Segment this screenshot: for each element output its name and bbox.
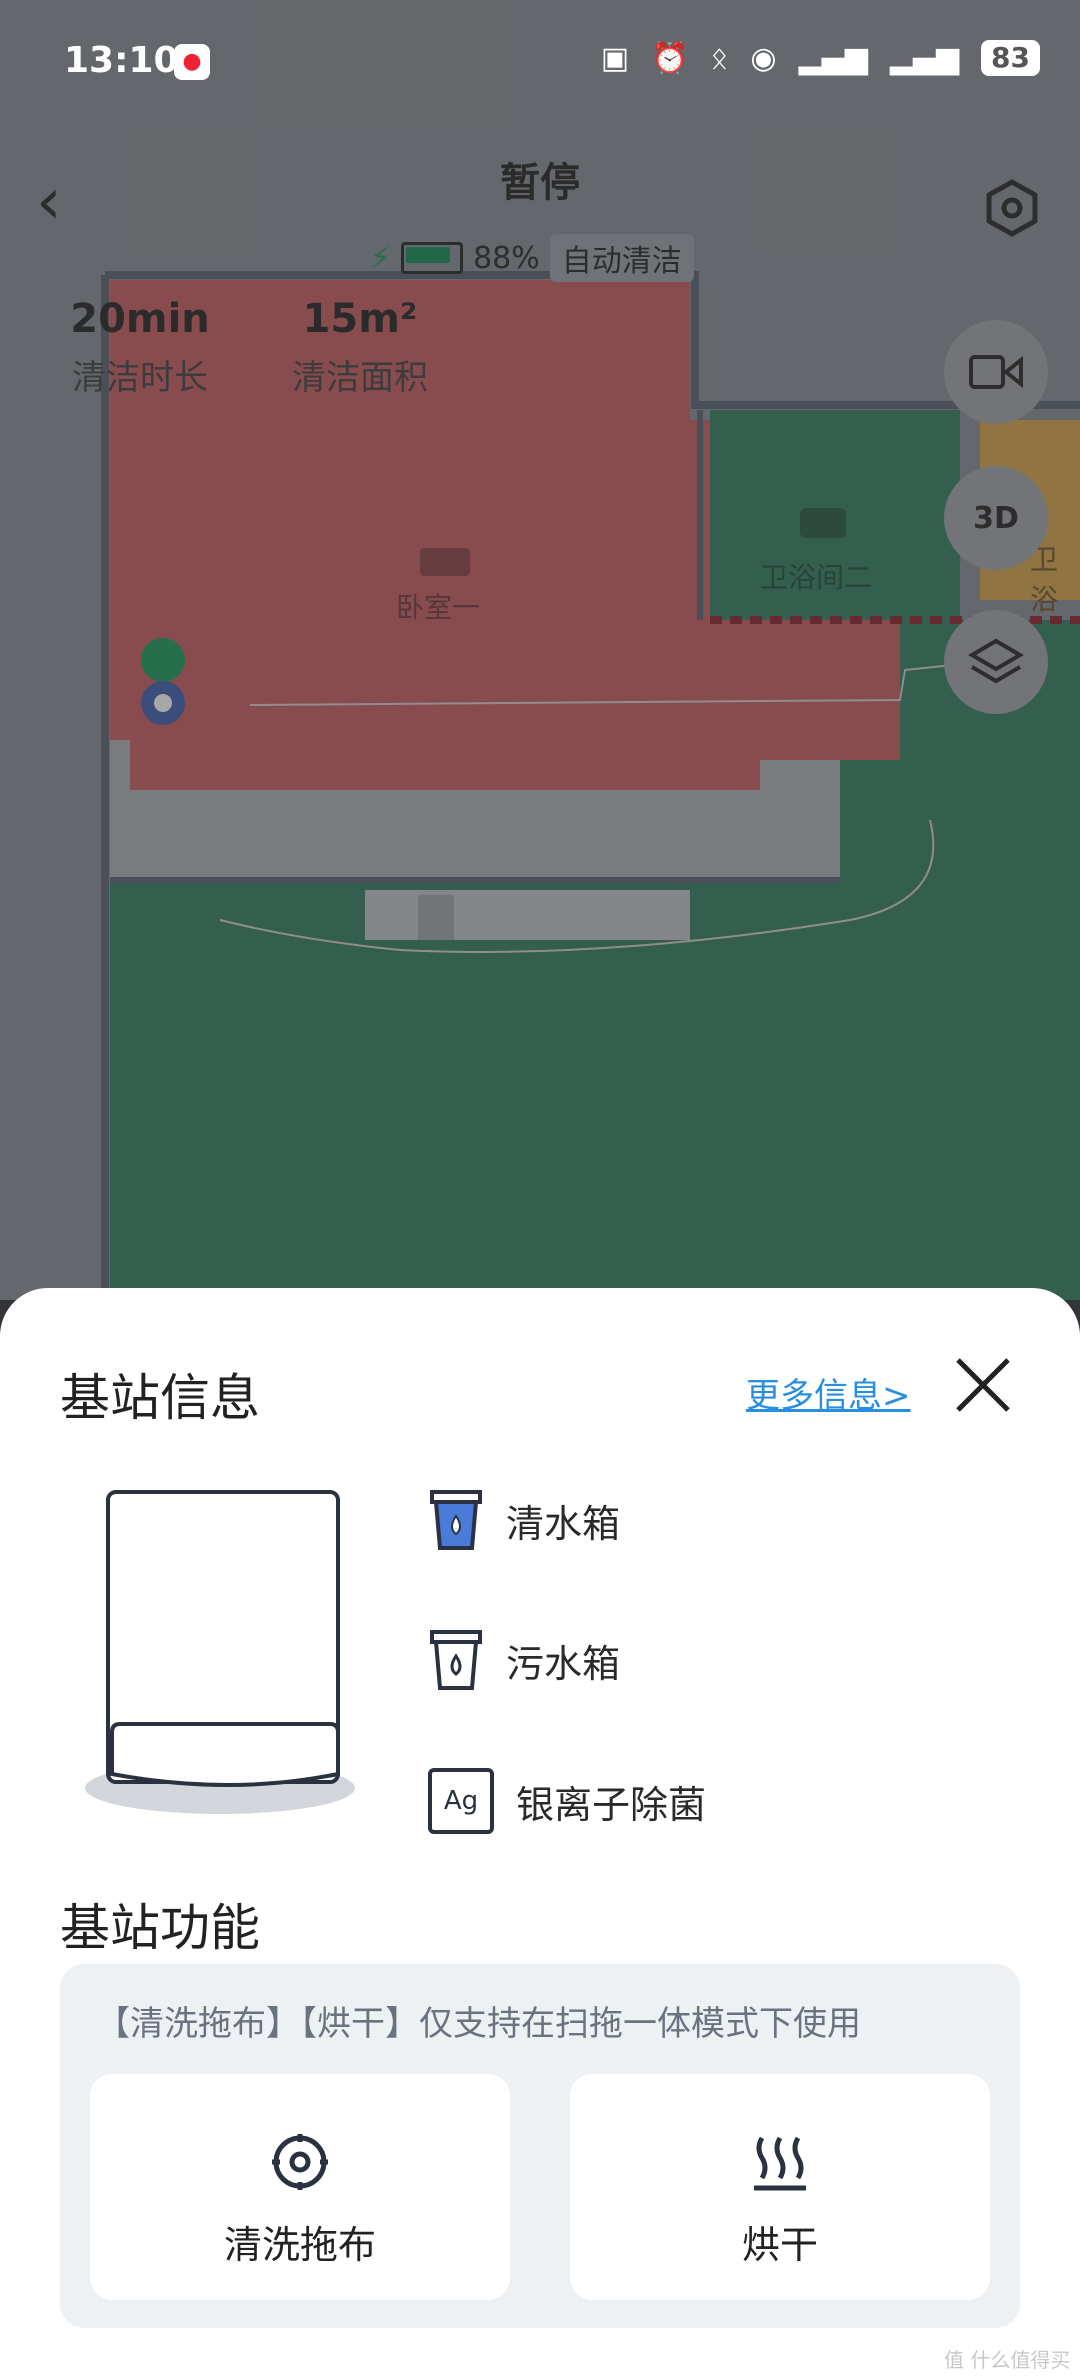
room-label-bathroom-two: 卫浴间二 <box>760 561 873 594</box>
item-label: 清水箱 <box>506 1501 621 1546</box>
close-icon <box>956 1358 1010 1412</box>
settings-button[interactable] <box>982 178 1042 238</box>
stat-duration: 20min 清洁时长 <box>30 296 250 399</box>
wifi-icon: ◉ <box>750 40 777 76</box>
item-label: 银离子除菌 <box>516 1782 707 1827</box>
back-button[interactable]: ‹ <box>36 170 62 234</box>
sheet-title: 基站信息 <box>60 1369 260 1427</box>
item-label: 污水箱 <box>506 1641 621 1686</box>
mode-badge: 自动清洁 <box>549 234 694 282</box>
dock-info-sheet: 基站信息 更多信息> 清水箱 污水箱 Ag 银离子除菌 基站功能 【清洗拖布】【… <box>0 1288 1080 2376</box>
robot-status-chip: ⚡ 88% 自动清洁 <box>370 234 694 282</box>
cleaning-stats: 20min 清洁时长 15m² 清洁面积 <box>30 296 470 399</box>
functions-note: 【清洗拖布】【烘干】仅支持在扫拖一体模式下使用 <box>96 2004 861 2044</box>
battery-icon <box>401 242 464 274</box>
status-bar: 13:10 ● ▣ ⏰ ᛟ ◉ ▂▄▆ ▂▄▆ 83 <box>0 0 1080 130</box>
battery-badge: 83 <box>981 40 1040 76</box>
3d-view-button[interactable]: 3D <box>944 466 1048 570</box>
nfc-icon: ▣ <box>600 40 630 76</box>
clean-water-tank-icon <box>430 1490 482 1550</box>
room-label-bedroom: 卧室一 <box>396 591 481 624</box>
status-time: 13:10 <box>64 40 179 81</box>
clean-water-tank-item: 清水箱 <box>428 1488 620 1552</box>
watermark: 值 什么值得买 <box>944 2348 1071 2372</box>
dirty-water-tank-item: 污水箱 <box>428 1628 620 1692</box>
chevron-left-icon: ‹ <box>36 165 62 239</box>
alarm-icon: ⏰ <box>651 40 689 76</box>
mop-wash-icon <box>272 2134 328 2190</box>
stat-area: 15m² 清洁面积 <box>250 296 470 399</box>
stat-value: 20min <box>70 296 210 342</box>
layers-icon <box>968 638 1024 684</box>
drying-icon <box>754 2136 806 2191</box>
bluetooth-icon: ᛟ <box>710 40 729 76</box>
mop-wash-button[interactable]: 清洗拖布 <box>90 2074 510 2300</box>
stat-label: 清洁面积 <box>292 358 428 398</box>
layers-button[interactable] <box>944 610 1048 714</box>
drying-button[interactable]: 烘干 <box>570 2074 990 2300</box>
close-button[interactable] <box>950 1352 1016 1418</box>
signal-5g-icon: ▂▄▆ <box>798 40 868 76</box>
function-label: 清洗拖布 <box>223 2223 376 2267</box>
base-station-illustration <box>85 1490 355 1814</box>
silver-ion-icon: Ag <box>428 1768 494 1834</box>
settings-hex-icon <box>986 179 1038 237</box>
signal-5g-icon-2: ▂▄▆ <box>889 40 960 76</box>
room-label-bathroom: 卫浴 <box>1030 543 1059 616</box>
video-camera-icon <box>969 355 1023 389</box>
more-info-link[interactable]: 更多信息> <box>746 1368 911 1417</box>
dirty-water-tank-icon <box>430 1630 482 1690</box>
battery-percent: 88% <box>473 240 540 276</box>
functions-title: 基站功能 <box>60 1899 260 1957</box>
stat-label: 清洁时长 <box>72 358 208 398</box>
charging-bolt-icon: ⚡ <box>370 240 392 276</box>
page-title: 暂停 <box>500 160 580 206</box>
silver-ion-item: Ag 银离子除菌 <box>428 1768 706 1834</box>
function-label: 烘干 <box>741 2223 818 2267</box>
3d-cube-icon: 3D <box>973 500 1019 536</box>
functions-panel: 【清洗拖布】【烘干】仅支持在扫拖一体模式下使用 清洗拖布 烘干 <box>60 1964 1020 2328</box>
map-pin-app-icon: ● <box>174 44 210 80</box>
stat-value: 15m² <box>302 296 418 342</box>
status-icons: ▣ ⏰ ᛟ ◉ ▂▄▆ ▂▄▆ 83 <box>601 40 1040 76</box>
video-button[interactable] <box>944 320 1048 424</box>
